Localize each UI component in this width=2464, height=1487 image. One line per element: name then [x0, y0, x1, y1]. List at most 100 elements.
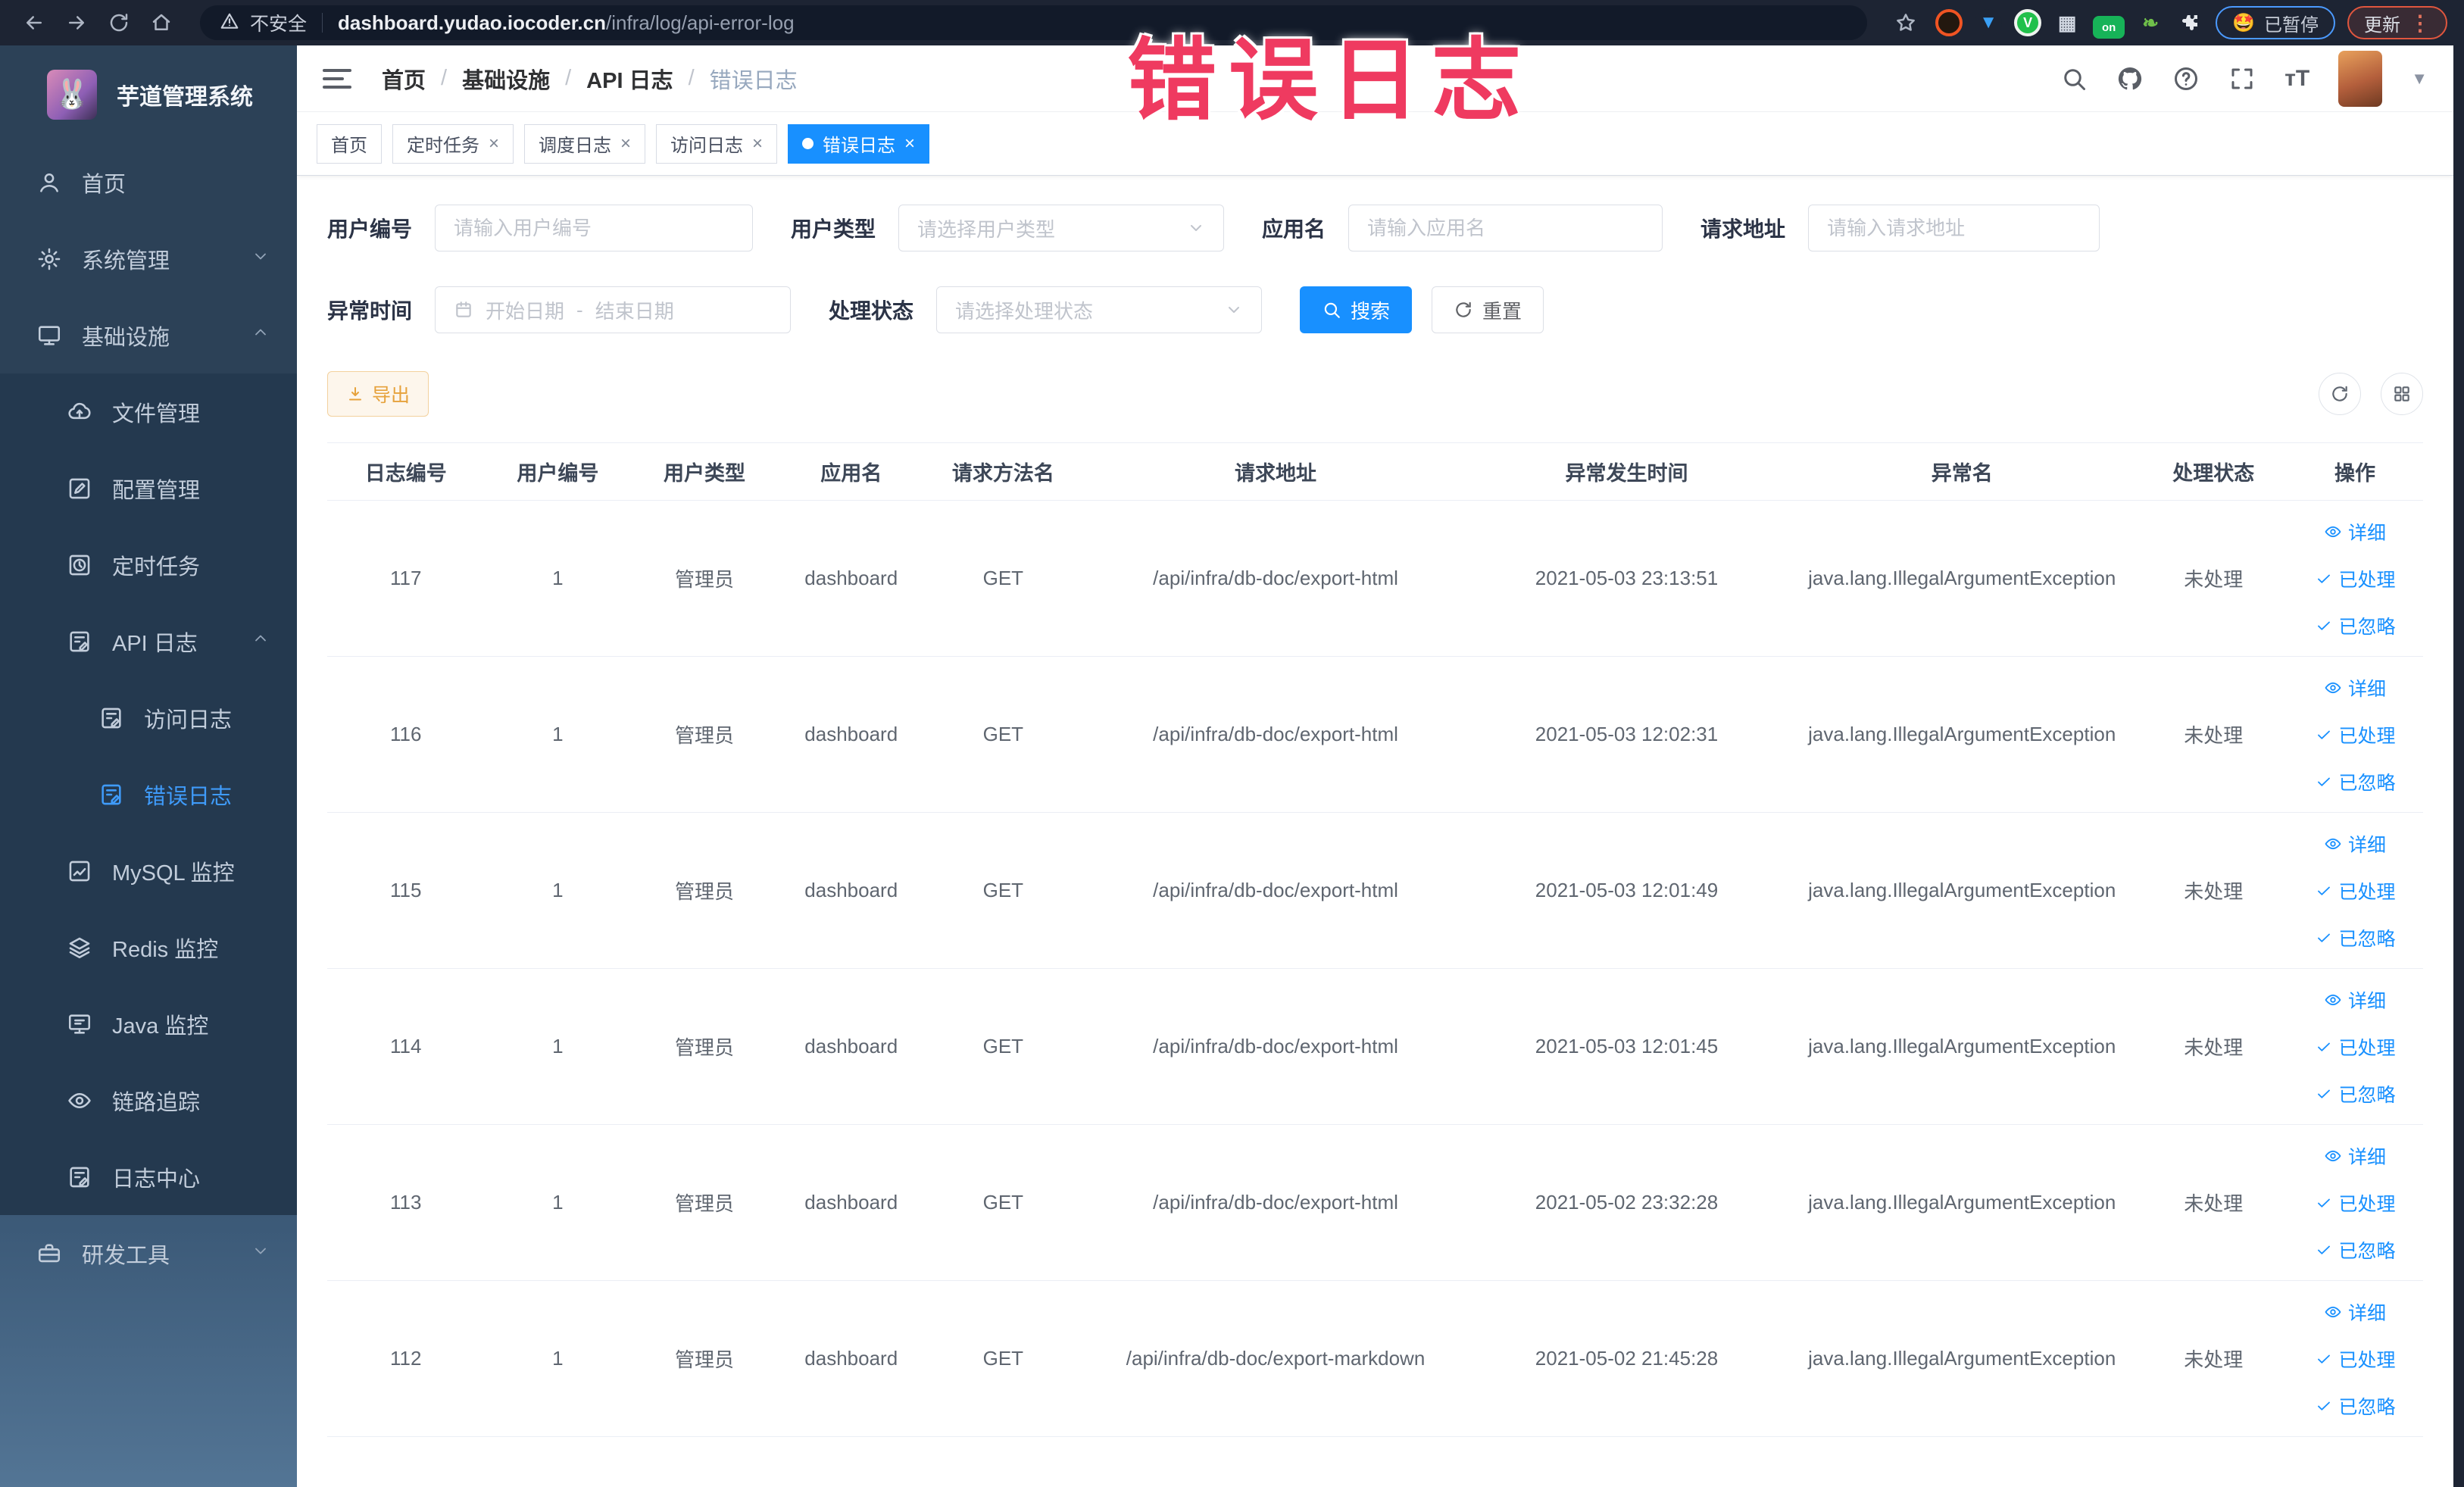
- action-已处理[interactable]: 已处理: [2315, 565, 2396, 592]
- sidebar-item-定时任务[interactable]: 定时任务: [0, 526, 297, 603]
- sidebar-item-研发工具[interactable]: 研发工具: [0, 1215, 297, 1292]
- action-已处理[interactable]: 已处理: [2315, 1189, 2396, 1217]
- action-label: 详细: [2348, 990, 2387, 1012]
- reset-button[interactable]: 重置: [1432, 286, 1544, 333]
- user-type-select[interactable]: 请选择用户类型: [898, 205, 1225, 251]
- browser-forward-button[interactable]: [59, 5, 94, 40]
- user-menu-caret-icon[interactable]: ▼: [2411, 69, 2428, 89]
- sidebar-item-日志中心[interactable]: 日志中心: [0, 1139, 297, 1215]
- extension-icon-green-v[interactable]: V: [2014, 9, 2042, 36]
- app-name-input[interactable]: [1348, 205, 1663, 251]
- user-id-input[interactable]: [435, 205, 754, 251]
- sidebar-item-链路追踪[interactable]: 链路追踪: [0, 1062, 297, 1139]
- action-已处理[interactable]: 已处理: [2315, 1033, 2396, 1061]
- cell-url: /api/infra/db-doc/export-html: [1082, 812, 1469, 969]
- extensions-puzzle-icon[interactable]: [2176, 9, 2203, 36]
- browser-reload-button[interactable]: [101, 5, 136, 40]
- search-button[interactable]: 搜索: [1300, 286, 1413, 333]
- browser-update-button[interactable]: 更新 ⋮: [2347, 6, 2447, 39]
- action-已忽略[interactable]: 已忽略: [2315, 1080, 2396, 1107]
- main-area: 首页 / 基础设施 / API 日志 / 错误日志 ᴛT ▼ 首页 定时任务 × 调度…: [297, 45, 2453, 1487]
- browser-scrollbar[interactable]: [2453, 45, 2464, 1487]
- sidebar-item-访问日志[interactable]: 访问日志: [0, 679, 297, 756]
- request-url-input[interactable]: [1808, 205, 2100, 251]
- user-avatar[interactable]: [2338, 50, 2383, 107]
- tab-调度日志[interactable]: 调度日志 ×: [524, 123, 646, 164]
- cell-status: 未处理: [2140, 1124, 2288, 1281]
- extension-icon-leaf[interactable]: ❧: [2137, 9, 2164, 36]
- action-已忽略[interactable]: 已忽略: [2315, 1236, 2396, 1264]
- sidebar-item-系统管理[interactable]: 系统管理: [0, 220, 297, 297]
- sidebar-item-错误日志[interactable]: 错误日志: [0, 756, 297, 833]
- extension-icon-blue-drop[interactable]: ▼: [1975, 9, 2003, 36]
- bookmark-star-icon[interactable]: [1888, 5, 1923, 40]
- font-size-icon[interactable]: ᴛT: [2284, 66, 2309, 92]
- address-bar[interactable]: 不安全 dashboard.yudao.iocoder.cn/infra/log…: [200, 5, 1868, 40]
- action-详细[interactable]: 详细: [2324, 986, 2386, 1014]
- sidebar-item-配置管理[interactable]: 配置管理: [0, 450, 297, 526]
- fullscreen-icon[interactable]: [2228, 65, 2256, 92]
- action-已处理[interactable]: 已处理: [2315, 877, 2396, 904]
- breadcrumb-infra[interactable]: 基础设施: [462, 63, 550, 95]
- action-label: 已处理: [2338, 1349, 2396, 1371]
- help-icon[interactable]: [2172, 65, 2200, 92]
- sidebar-item-redis-监控[interactable]: Redis 监控: [0, 909, 297, 986]
- extension-icon-orange[interactable]: [1935, 9, 1963, 36]
- browser-home-button[interactable]: [144, 5, 179, 40]
- action-已忽略[interactable]: 已忽略: [2315, 1392, 2396, 1420]
- close-tab-icon[interactable]: ×: [620, 133, 631, 155]
- sidebar-item-基础设施[interactable]: 基础设施: [0, 297, 297, 373]
- security-label[interactable]: 不安全: [250, 9, 307, 36]
- extension-icon-grid[interactable]: ▦: [2053, 9, 2081, 36]
- action-已忽略[interactable]: 已忽略: [2315, 612, 2396, 639]
- column-header-处理状态: 处理状态: [2140, 442, 2288, 501]
- action-详细[interactable]: 详细: [2324, 1142, 2386, 1170]
- process-status-select[interactable]: 请选择处理状态: [936, 286, 1263, 333]
- refresh-table-button[interactable]: [2319, 373, 2361, 415]
- action-已忽略[interactable]: 已忽略: [2315, 924, 2396, 951]
- close-tab-icon[interactable]: ×: [904, 133, 915, 155]
- extension-icon-on-badge[interactable]: on: [2093, 16, 2125, 39]
- export-button[interactable]: 导出: [327, 371, 429, 417]
- sidebar-item-api-日志[interactable]: API 日志: [0, 603, 297, 679]
- tab-定时任务[interactable]: 定时任务 ×: [392, 123, 514, 164]
- close-tab-icon[interactable]: ×: [489, 133, 499, 155]
- sidebar-item-label: Java 监控: [112, 1014, 209, 1039]
- github-icon[interactable]: [2116, 65, 2144, 92]
- exception-time-range-picker[interactable]: 开始日期 - 结束日期: [435, 286, 792, 333]
- close-tab-icon[interactable]: ×: [752, 133, 763, 155]
- tab-访问日志[interactable]: 访问日志 ×: [656, 123, 778, 164]
- breadcrumb: 首页 / 基础设施 / API 日志 / 错误日志: [382, 63, 798, 95]
- action-详细[interactable]: 详细: [2324, 830, 2386, 858]
- action-已处理[interactable]: 已处理: [2315, 1345, 2396, 1373]
- profile-paused-chip[interactable]: 🤩 已暂停: [2216, 6, 2335, 39]
- sidebar-item-java-监控[interactable]: Java 监控: [0, 986, 297, 1062]
- action-label: 已处理: [2338, 1037, 2396, 1059]
- action-详细[interactable]: 详细: [2324, 518, 2386, 545]
- breadcrumb-api-log[interactable]: API 日志: [586, 63, 673, 95]
- browser-menu-icon[interactable]: ⋮: [2409, 11, 2431, 36]
- action-详细[interactable]: 详细: [2324, 674, 2386, 701]
- cell-method: GET: [924, 1124, 1082, 1281]
- action-已忽略[interactable]: 已忽略: [2315, 768, 2396, 795]
- column-settings-button[interactable]: [2381, 373, 2423, 415]
- header-actions: ᴛT ▼: [2060, 50, 2428, 107]
- search-icon[interactable]: [2060, 65, 2088, 92]
- breadcrumb-home[interactable]: 首页: [382, 63, 426, 95]
- column-header-用户类型: 用户类型: [631, 442, 778, 501]
- check-icon: [2315, 570, 2333, 588]
- sidebar-collapse-icon[interactable]: [323, 68, 351, 89]
- browser-back-button[interactable]: [17, 5, 52, 40]
- sidebar-item-首页[interactable]: 首页: [0, 144, 297, 220]
- docpen-icon: [98, 782, 124, 808]
- cell-actions: 详细已处理已忽略: [2287, 1280, 2423, 1437]
- tab-首页[interactable]: 首页: [317, 123, 382, 164]
- action-详细[interactable]: 详细: [2324, 1298, 2386, 1326]
- sidebar-item-mysql-监控[interactable]: MySQL 监控: [0, 833, 297, 909]
- tab-错误日志[interactable]: 错误日志 ×: [788, 123, 930, 164]
- sidebar-item-文件管理[interactable]: 文件管理: [0, 373, 297, 450]
- cell-status: 未处理: [2140, 500, 2288, 657]
- action-已处理[interactable]: 已处理: [2315, 721, 2396, 748]
- app-logo-row[interactable]: 🐰 芋道管理系统: [0, 45, 297, 144]
- process-status-label: 处理状态: [829, 299, 914, 323]
